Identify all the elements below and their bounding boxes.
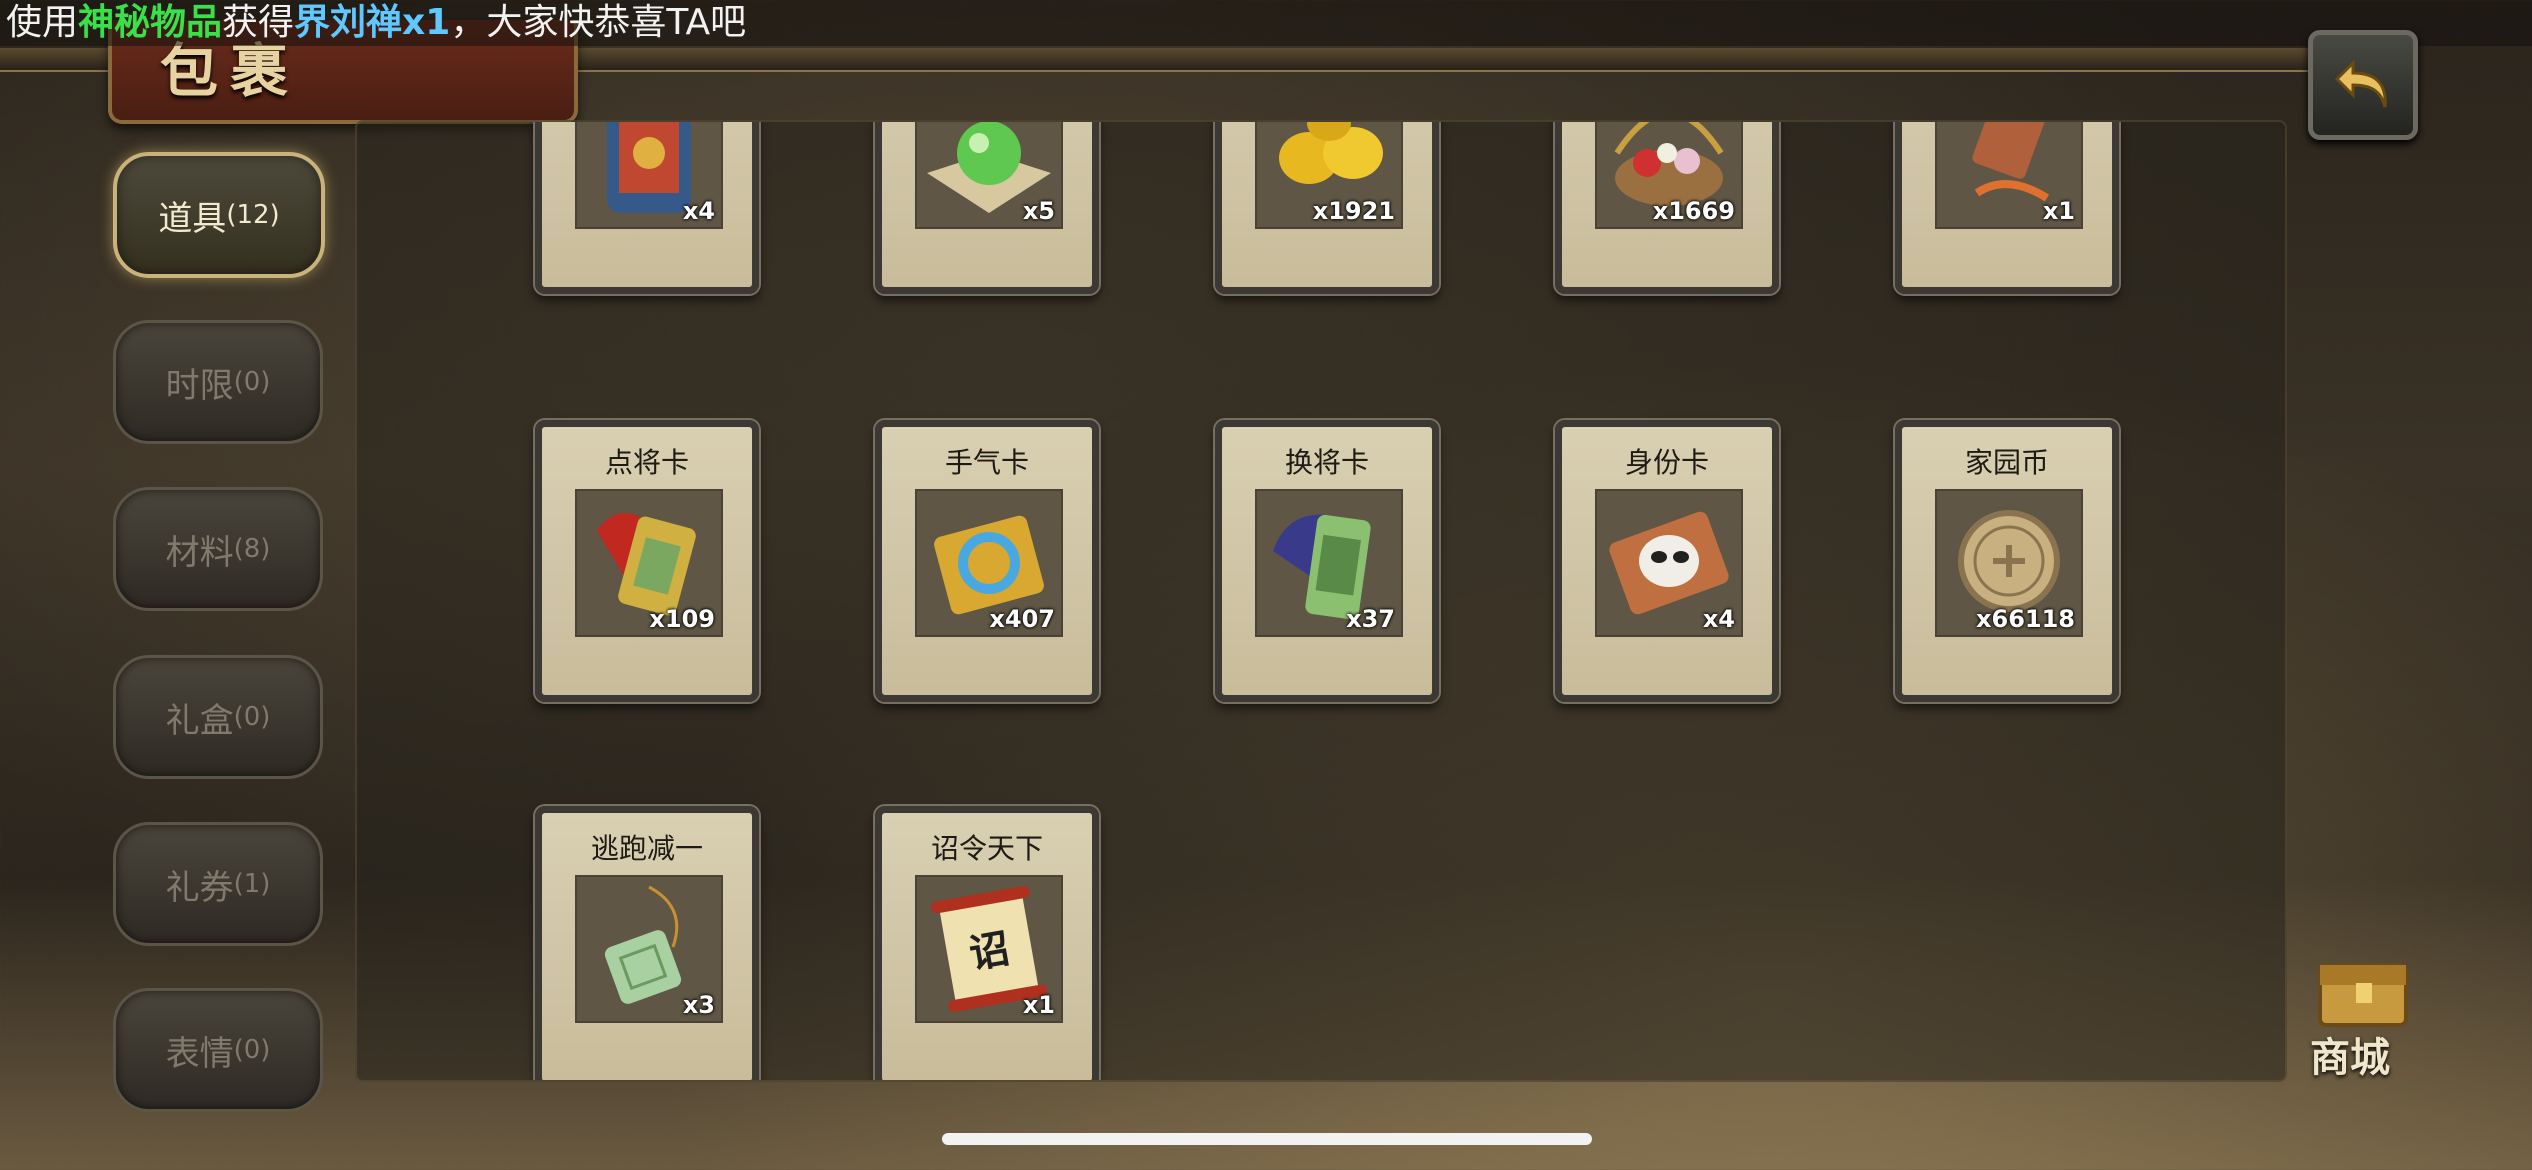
item-quantity: x407: [989, 605, 1055, 633]
item-name: 手气卡: [944, 446, 1029, 479]
item-name: 诏令天下: [930, 832, 1043, 865]
item-slot: x37: [1255, 489, 1403, 637]
tab-gift-box[interactable]: 礼盒 (0): [113, 655, 323, 779]
tab-materials-count: (8): [233, 534, 271, 564]
tab-emotes[interactable]: 表情 (0): [113, 988, 323, 1112]
item-name: 点将卡: [604, 446, 689, 479]
item-card[interactable]: x1669: [1555, 122, 1779, 294]
item-slot: x4: [1595, 489, 1743, 637]
tab-materials[interactable]: 材料 (8): [113, 487, 323, 611]
tab-timed-label: 时限: [165, 365, 234, 406]
tab-gift-box-label: 礼盒: [165, 700, 234, 741]
item-grid-panel: x4 x5 x1921 x1669 x1 点将卡 x109 手气卡 x407 换…: [355, 120, 2287, 1082]
back-button[interactable]: [2308, 30, 2418, 140]
item-quantity: x4: [682, 197, 715, 225]
item-card[interactable]: 诏令天下 诏 x1: [875, 806, 1099, 1080]
item-card[interactable]: x5: [875, 122, 1099, 294]
item-quantity: x5: [1022, 197, 1055, 225]
item-quantity: x1669: [1652, 197, 1735, 225]
item-slot: x66118: [1935, 489, 2083, 637]
item-quantity: x1: [2042, 197, 2075, 225]
item-slot: x1921: [1255, 122, 1403, 229]
tab-vouchers-label: 礼券: [165, 867, 234, 908]
tab-gift-box-count: (0): [233, 702, 271, 732]
item-card[interactable]: 换将卡 x37: [1215, 420, 1439, 702]
tab-timed[interactable]: 时限 (0): [113, 320, 323, 444]
item-quantity: x37: [1346, 605, 1395, 633]
item-name: 逃跑减一: [590, 832, 703, 865]
back-arrow-icon: [2334, 59, 2387, 108]
tab-emotes-count: (0): [233, 1035, 271, 1065]
item-slot: x4: [575, 122, 723, 229]
item-quantity: x3: [682, 991, 715, 1019]
item-card[interactable]: 家园币 x66118: [1895, 420, 2119, 702]
item-quantity: x66118: [1976, 605, 2075, 633]
broadcast-item-source: 神秘物品: [78, 2, 223, 43]
broadcast-prefix: 使用: [6, 2, 79, 43]
item-quantity: x4: [1702, 605, 1735, 633]
tab-items-count: (12): [226, 200, 280, 230]
broadcast-reward: 界刘禅x1: [294, 2, 451, 43]
tab-vouchers-count: (1): [233, 869, 271, 899]
edict-glyph: 诏: [966, 926, 1013, 978]
item-card[interactable]: x1: [1895, 122, 2119, 294]
item-slot: x109: [575, 489, 723, 637]
item-slot: x1: [1935, 122, 2083, 229]
item-quantity: x109: [649, 605, 715, 633]
item-card[interactable]: x1921: [1215, 122, 1439, 294]
item-quantity: x1: [1022, 991, 1055, 1019]
item-card[interactable]: 身份卡 x4: [1555, 420, 1779, 702]
tab-items-label: 道具: [158, 198, 227, 239]
tab-timed-count: (0): [233, 367, 271, 397]
item-slot: x407: [915, 489, 1063, 637]
shop-button[interactable]: 商城: [2290, 945, 2440, 1081]
item-card[interactable]: 手气卡 x407: [875, 420, 1099, 702]
item-slot: x3: [575, 875, 723, 1023]
item-card[interactable]: x4: [535, 122, 759, 294]
tab-items[interactable]: 道具 (12): [113, 152, 325, 278]
item-name: 身份卡: [1624, 446, 1709, 479]
item-slot: 诏 x1: [915, 875, 1063, 1023]
item-slot: x1669: [1595, 122, 1743, 229]
broadcast-middle: 获得: [222, 2, 295, 43]
item-slot: x5: [915, 122, 1063, 229]
tab-emotes-label: 表情: [165, 1033, 234, 1074]
tab-vouchers[interactable]: 礼券 (1): [113, 822, 323, 946]
home-indicator: [942, 1133, 1592, 1145]
broadcast-banner: 使用神秘物品获得界刘禅x1，大家快恭喜TA吧: [0, 0, 2532, 46]
item-quantity: x1921: [1312, 197, 1395, 225]
shop-label: 商城: [2310, 1034, 2390, 1081]
item-name: 换将卡: [1284, 446, 1369, 479]
broadcast-suffix: ，大家快恭喜TA吧: [450, 2, 747, 43]
tab-materials-label: 材料: [165, 532, 234, 573]
item-name: 家园币: [1964, 446, 2049, 479]
item-card[interactable]: 逃跑减一 x3: [535, 806, 759, 1080]
item-card[interactable]: 点将卡 x109: [535, 420, 759, 702]
